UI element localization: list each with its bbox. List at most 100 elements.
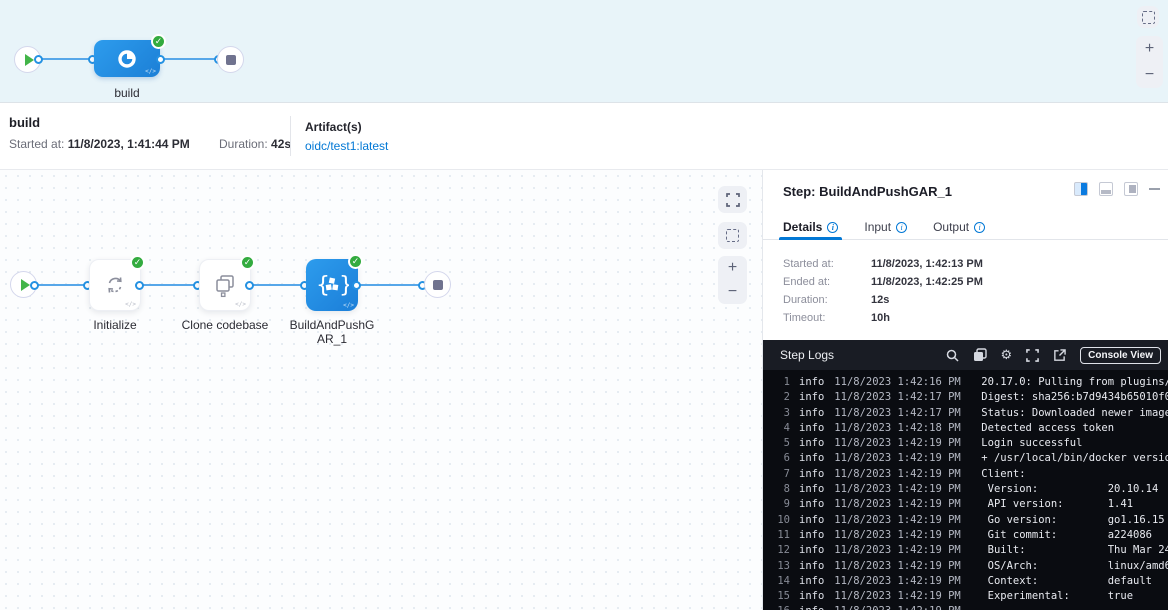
step-label-initialize: Initialize: [65, 318, 165, 332]
log-line-number: 11: [773, 528, 790, 543]
copy-icon[interactable]: [973, 348, 987, 362]
log-line-number: 6: [773, 451, 790, 466]
log-message: OS/Arch: linux/amd64: [981, 559, 1168, 574]
log-line: 15info11/8/2023 1:42:19 PM Experimental:…: [773, 589, 1168, 604]
log-line-number: 3: [773, 406, 790, 421]
duration-value: 42s: [271, 137, 291, 151]
tab-details[interactable]: Details i: [783, 215, 838, 239]
edge-line: [162, 58, 220, 60]
panel-layout-controls: [1074, 182, 1160, 196]
log-level: info: [799, 543, 824, 558]
zoom-out-button[interactable]: −: [1145, 67, 1154, 83]
log-level: info: [799, 421, 824, 436]
detail-row: Duration: 12s: [783, 294, 1168, 306]
canvas-zoom-controls: + −: [718, 256, 747, 304]
gear-icon[interactable]: ⚙: [1001, 349, 1013, 362]
log-line-number: 4: [773, 421, 790, 436]
log-level: info: [799, 497, 824, 512]
svg-text:}: }: [339, 273, 349, 298]
tab-output[interactable]: Output i: [933, 215, 985, 239]
play-icon: [25, 54, 34, 66]
log-header: Step Logs ⚙: [763, 340, 1168, 370]
stage-node-build[interactable]: ✓ </>: [94, 40, 160, 77]
success-check-icon: ✓: [240, 255, 255, 270]
detail-label: Duration:: [783, 294, 871, 306]
log-timestamp: 11/8/2023 1:42:16 PM: [834, 375, 964, 390]
log-line-number: 16: [773, 604, 790, 610]
log-line-number: 1: [773, 375, 790, 390]
gar-plugin-icon: { }: [315, 271, 349, 299]
external-link-icon[interactable]: [1053, 349, 1066, 362]
zoom-in-button[interactable]: +: [1145, 41, 1154, 57]
step-node-initialize[interactable]: ✓ </>: [89, 259, 141, 311]
detail-value: 11/8/2023, 1:42:25 PM: [871, 276, 983, 288]
fullscreen-icon: [726, 193, 740, 207]
log-level: info: [799, 559, 824, 574]
step-label-clone-codebase: Clone codebase: [175, 318, 275, 332]
steps-end-node: [424, 271, 451, 298]
info-icon[interactable]: i: [896, 222, 907, 233]
canvas-marquee-button[interactable]: [718, 222, 747, 249]
detail-label: Timeout:: [783, 312, 871, 324]
minimize-panel-button[interactable]: [1149, 188, 1160, 190]
log-timestamp: 11/8/2023 1:42:18 PM: [834, 421, 964, 436]
fullscreen-icon[interactable]: [1026, 349, 1039, 362]
clone-codebase-icon: [212, 272, 238, 298]
step-node-clone-codebase[interactable]: ✓ </>: [199, 259, 251, 311]
artifact-link[interactable]: oidc/test1:latest: [305, 139, 388, 153]
layout-right-icon[interactable]: [1124, 182, 1138, 196]
minimap-marquee-button[interactable]: [1137, 6, 1159, 28]
started-label: Started at:: [9, 137, 64, 151]
log-timestamp: 11/8/2023 1:42:19 PM: [834, 497, 964, 512]
tab-label: Output: [933, 220, 969, 234]
log-timestamp: 11/8/2023 1:42:19 PM: [834, 574, 964, 589]
log-line: 10info11/8/2023 1:42:19 PM Go version: g…: [773, 513, 1168, 528]
info-icon[interactable]: i: [974, 222, 985, 233]
stage-info-bar: build Started at: 11/8/2023, 1:41:44 PM …: [0, 103, 1168, 170]
log-level: info: [799, 406, 824, 421]
log-line-number: 10: [773, 513, 790, 528]
panel-header: Step: BuildAndPushGAR_1: [763, 170, 1168, 215]
step-label-line: AR_1: [282, 332, 382, 346]
log-line-number: 9: [773, 497, 790, 512]
zoom-in-button[interactable]: +: [728, 260, 737, 276]
fullscreen-button[interactable]: [718, 186, 747, 213]
detail-row: Timeout: 10h: [783, 312, 1168, 324]
log-level: info: [799, 390, 824, 405]
console-view-button[interactable]: Console View: [1080, 347, 1161, 364]
stage-label: build: [94, 86, 160, 100]
success-check-icon: ✓: [151, 34, 166, 49]
log-message: Context: default: [981, 574, 1152, 589]
log-line-number: 5: [773, 436, 790, 451]
tab-input[interactable]: Input i: [864, 215, 907, 239]
log-level: info: [799, 436, 824, 451]
edge-line: [251, 284, 306, 286]
layout-split-right-icon[interactable]: [1074, 182, 1088, 196]
log-timestamp: 11/8/2023 1:42:19 PM: [834, 543, 964, 558]
log-title: Step Logs: [780, 348, 834, 362]
stage-graph-band: ✓ </> build + −: [0, 0, 1168, 103]
log-line: 16info11/8/2023 1:42:19 PM: [773, 604, 1168, 610]
log-body[interactable]: 1 info 11/8/2023 1:42:16 PM 20.17.0: Pullin…: [763, 370, 1168, 610]
play-icon: [21, 279, 30, 291]
info-icon[interactable]: i: [827, 222, 838, 233]
step-graph-canvas[interactable]: ✓ </> ✓ </> { } ✓ </: [0, 170, 762, 610]
log-message: 20.17.0: Pulling from plugins/gar: [981, 375, 1168, 390]
search-icon[interactable]: [946, 349, 959, 362]
execution-page: ✓ </> build + − build Started at: 11/8/2…: [0, 0, 1168, 610]
code-glyph-icon: </>: [145, 68, 156, 75]
layout-bottom-icon[interactable]: [1099, 182, 1113, 196]
log-timestamp: 11/8/2023 1:42:19 PM: [834, 482, 964, 497]
step-logs-panel: Step Logs ⚙: [763, 340, 1168, 610]
connector-dot: [30, 281, 39, 290]
log-timestamp: 11/8/2023 1:42:17 PM: [834, 390, 964, 405]
step-node-buildandpushgar[interactable]: { } ✓ </>: [306, 259, 358, 311]
success-check-icon: ✓: [348, 254, 363, 269]
log-message: Client:: [981, 467, 1025, 482]
log-timestamp: 11/8/2023 1:42:19 PM: [834, 604, 964, 610]
log-level: info: [799, 528, 824, 543]
zoom-out-button[interactable]: −: [728, 284, 737, 300]
log-line: 1info11/8/2023 1:42:16 PM20.17.0: Pullin…: [773, 375, 1168, 390]
log-level: info: [799, 467, 824, 482]
detail-value: 12s: [871, 294, 889, 306]
